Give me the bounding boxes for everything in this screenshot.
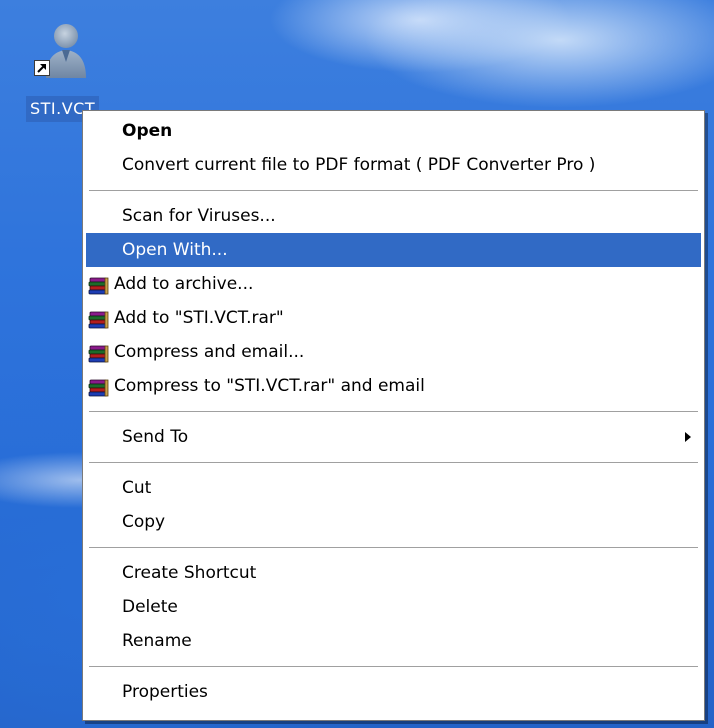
submenu-arrow-icon bbox=[685, 432, 691, 442]
menu-item-cut[interactable]: Cut bbox=[86, 471, 701, 505]
menu-separator bbox=[89, 462, 698, 463]
menu-item-open[interactable]: Open bbox=[86, 114, 701, 148]
menu-item-label: Send To bbox=[122, 427, 189, 447]
menu-item-convert-to-pdf[interactable]: Convert current file to PDF format ( PDF… bbox=[86, 148, 701, 182]
desktop-shortcut-sti-vct[interactable]: STI.VCT bbox=[22, 16, 118, 124]
context-menu: Open Convert current file to PDF format … bbox=[82, 110, 705, 721]
menu-item-delete[interactable]: Delete bbox=[86, 590, 701, 624]
winrar-books-icon bbox=[88, 274, 110, 295]
menu-separator bbox=[89, 411, 698, 412]
menu-item-label: Compress to "STI.VCT.rar" and email bbox=[114, 376, 425, 396]
menu-separator bbox=[89, 547, 698, 548]
winrar-books-icon bbox=[88, 376, 110, 397]
menu-item-label: Add to archive... bbox=[114, 274, 254, 294]
shortcut-arrow-icon bbox=[34, 60, 50, 76]
menu-item-compress-to-rar-and-email[interactable]: Compress to "STI.VCT.rar" and email bbox=[86, 369, 701, 403]
menu-item-rename[interactable]: Rename bbox=[86, 624, 701, 658]
menu-item-label: Compress and email... bbox=[114, 342, 305, 362]
menu-item-send-to[interactable]: Send To bbox=[86, 420, 701, 454]
menu-item-properties[interactable]: Properties bbox=[86, 675, 701, 709]
desktop-background[interactable]: STI.VCT Open Convert current file to PDF… bbox=[0, 0, 714, 728]
menu-item-copy[interactable]: Copy bbox=[86, 505, 701, 539]
menu-item-open-with[interactable]: Open With... bbox=[86, 233, 701, 267]
menu-item-label: Add to "STI.VCT.rar" bbox=[114, 308, 284, 328]
menu-separator bbox=[89, 666, 698, 667]
menu-item-scan-for-viruses[interactable]: Scan for Viruses... bbox=[86, 199, 701, 233]
person-shortcut-icon[interactable] bbox=[36, 18, 92, 90]
menu-item-add-to-rar[interactable]: Add to "STI.VCT.rar" bbox=[86, 301, 701, 335]
menu-item-compress-and-email[interactable]: Compress and email... bbox=[86, 335, 701, 369]
menu-item-add-to-archive[interactable]: Add to archive... bbox=[86, 267, 701, 301]
winrar-books-icon bbox=[88, 342, 110, 363]
menu-separator bbox=[89, 190, 698, 191]
winrar-books-icon bbox=[88, 308, 110, 329]
menu-item-create-shortcut[interactable]: Create Shortcut bbox=[86, 556, 701, 590]
